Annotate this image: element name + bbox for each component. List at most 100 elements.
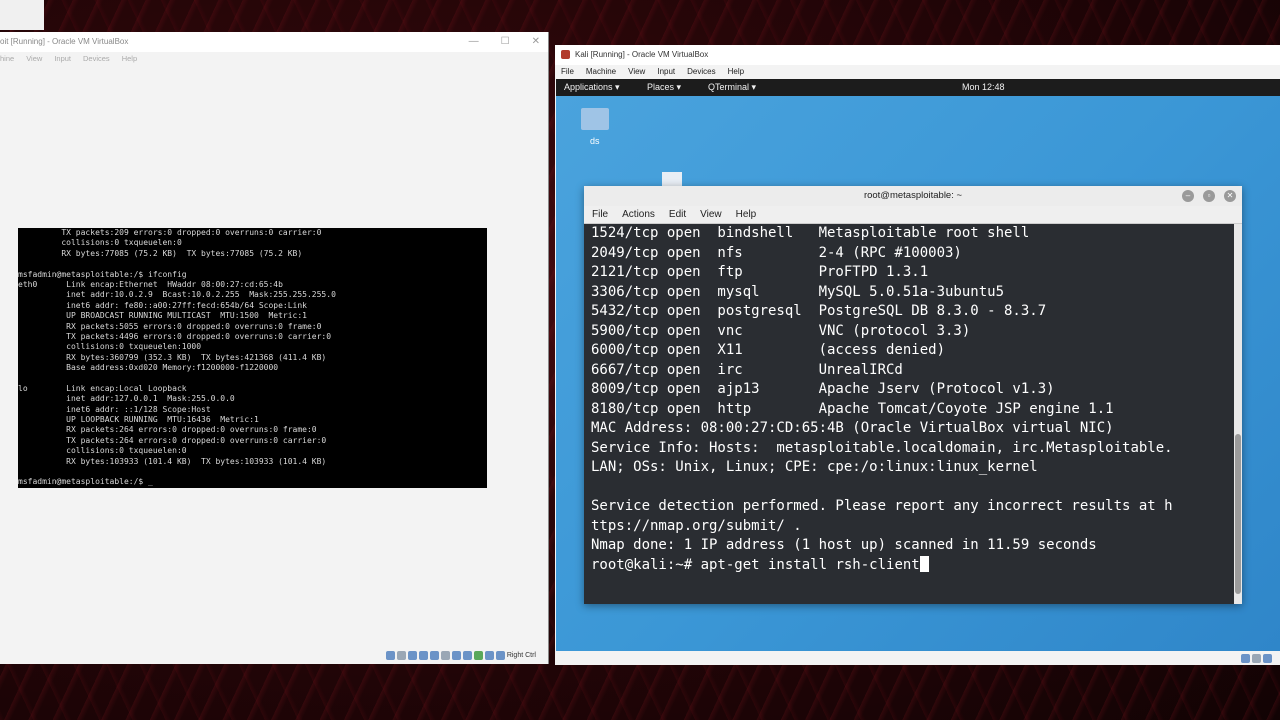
qterminal-menu[interactable]: QTerminal ▾ bbox=[708, 79, 756, 96]
left-window-menubar: hine View Input Devices Help bbox=[0, 52, 548, 66]
menu-view[interactable]: View bbox=[628, 65, 645, 79]
right-vbox-statusbar bbox=[1241, 653, 1272, 663]
terminal-line: LAN; OSs: Unix, Linux; CPE: cpe:/o:linux… bbox=[591, 459, 1038, 475]
console-line: TX packets:264 errors:0 dropped:0 overru… bbox=[18, 435, 327, 445]
right-window-title: Kali [Running] - Oracle VM VirtualBox bbox=[575, 50, 709, 59]
maximize-icon[interactable]: ☐ bbox=[501, 32, 510, 52]
terminal-line: Service detection performed. Please repo… bbox=[591, 498, 1173, 514]
terminal-line: Service Info: Hosts: metasploitable.loca… bbox=[591, 439, 1173, 456]
terminal-line: 1524/tcp open bindshell Metasploitable r… bbox=[591, 225, 1030, 241]
menu-view[interactable]: View bbox=[26, 52, 42, 66]
terminal-line: 6667/tcp open irc UnrealIRCd bbox=[591, 361, 903, 378]
terminal-menubar: File Actions Edit View Help bbox=[584, 206, 1242, 224]
terminal-line: 8009/tcp open ajp13 Apache Jserv (Protoc… bbox=[591, 381, 1055, 397]
recording-icon[interactable] bbox=[462, 650, 472, 660]
terminal-line: 5900/tcp open vnc VNC (protocol 3.3) bbox=[591, 322, 971, 339]
terminal-scrollbar[interactable] bbox=[1234, 224, 1242, 604]
menu-devices[interactable]: Devices bbox=[83, 52, 110, 66]
virtualbox-logo-icon bbox=[561, 50, 570, 59]
right-window-titlebar[interactable]: Kali [Running] - Oracle VM VirtualBox bbox=[555, 45, 1280, 65]
console-line: msfadmin@metasploitable:/$ ifconfig bbox=[18, 269, 187, 279]
terminal-prompt-line[interactable]: root@kali:~# apt-get install rsh-client bbox=[591, 555, 1239, 576]
hard-disk-icon[interactable] bbox=[385, 650, 395, 660]
kali-desktop: ds root@metasploitable: ~ – ▫ ✕ File Act… bbox=[556, 96, 1280, 651]
menu-help[interactable]: Help bbox=[122, 52, 137, 66]
console-line: UP LOOPBACK RUNNING MTU:16436 Metric:1 bbox=[18, 415, 259, 425]
audio-icon[interactable] bbox=[407, 650, 417, 660]
kali-vbox-window: Kali [Running] - Oracle VM VirtualBox Fi… bbox=[555, 45, 1280, 665]
menu-machine[interactable]: hine bbox=[0, 52, 14, 66]
menu-help[interactable]: Help bbox=[728, 65, 744, 79]
left-vbox-statusbar: Right Ctrl bbox=[385, 650, 536, 660]
qterminal-window: root@metasploitable: ~ – ▫ ✕ File Action… bbox=[584, 186, 1242, 604]
console-line: inet6 addr: ::1/128 Scope:Host bbox=[18, 404, 211, 414]
usb-icon[interactable] bbox=[429, 650, 439, 660]
console-line: RX packets:5055 errors:0 dropped:0 overr… bbox=[18, 321, 322, 331]
console-line: RX bytes:360799 (352.3 KB) TX bytes:4213… bbox=[18, 352, 327, 362]
network-icon[interactable] bbox=[1263, 653, 1272, 663]
scrollbar-thumb[interactable] bbox=[1235, 434, 1241, 594]
applications-menu[interactable]: Applications ▾ bbox=[564, 79, 620, 96]
host-key-label: Right Ctrl bbox=[506, 651, 536, 659]
places-menu[interactable]: Places ▾ bbox=[647, 79, 681, 96]
menu-input[interactable]: Input bbox=[54, 52, 71, 66]
host-taskbar-corner bbox=[0, 0, 44, 30]
terminal-line: ttps://nmap.org/submit/ . bbox=[591, 517, 802, 534]
terminal-line: Nmap done: 1 IP address (1 host up) scan… bbox=[591, 537, 1097, 553]
terminal-menu-file[interactable]: File bbox=[592, 206, 608, 223]
console-line: RX bytes:103933 (101.4 KB) TX bytes:1039… bbox=[18, 456, 327, 466]
terminal-menu-view[interactable]: View bbox=[700, 206, 722, 223]
mouse-integration-icon[interactable] bbox=[484, 650, 494, 660]
terminal-titlebar[interactable]: root@metasploitable: ~ – ▫ ✕ bbox=[584, 186, 1242, 206]
hard-disk-icon[interactable] bbox=[1241, 653, 1250, 663]
kali-top-panel: Applications ▾ Places ▾ QTerminal ▾ Mon … bbox=[556, 79, 1280, 96]
close-icon[interactable]: ✕ bbox=[1224, 190, 1236, 202]
display-icon[interactable] bbox=[451, 650, 461, 660]
metasploitable-vbox-window: oit [Running] - Oracle VM VirtualBox — ☐… bbox=[0, 32, 549, 664]
left-window-titlebar[interactable]: oit [Running] - Oracle VM VirtualBox — ☐… bbox=[0, 32, 548, 52]
console-line: collisions:0 txqueuelen:0 bbox=[18, 446, 187, 456]
optical-drive-icon[interactable] bbox=[1252, 653, 1261, 663]
close-icon[interactable]: ✕ bbox=[532, 32, 540, 52]
terminal-line: MAC Address: 08:00:27:CD:65:4B (Oracle V… bbox=[591, 420, 1114, 436]
terminal-title: root@metasploitable: ~ bbox=[863, 190, 963, 201]
terminal-menu-edit[interactable]: Edit bbox=[669, 206, 686, 223]
menu-machine[interactable]: Machine bbox=[586, 65, 616, 79]
terminal-menu-help[interactable]: Help bbox=[736, 206, 757, 223]
folder-icon[interactable] bbox=[581, 108, 609, 130]
console-line: inet addr:10.0.2.9 Bcast:10.0.2.255 Mask… bbox=[18, 290, 336, 300]
cpu-icon[interactable] bbox=[473, 650, 483, 660]
console-line: RX bytes:77085 (75.2 KB) TX bytes:77085 … bbox=[18, 248, 303, 258]
minimize-icon[interactable]: — bbox=[469, 32, 479, 52]
console-line: inet6 addr: fe80::a00:27ff:fecd:654b/64 … bbox=[18, 300, 307, 310]
menu-devices[interactable]: Devices bbox=[687, 65, 715, 79]
console-line: UP BROADCAST RUNNING MULTICAST MTU:1500 … bbox=[18, 311, 307, 321]
console-line: eth0 Link encap:Ethernet HWaddr 08:00:27… bbox=[18, 279, 283, 289]
console-line: collisions:0 txqueuelen:1000 bbox=[18, 342, 202, 352]
terminal-line: 6000/tcp open X11 (access denied) bbox=[591, 342, 946, 358]
terminal-output[interactable]: 1524/tcp open bindshell Metasploitable r… bbox=[584, 224, 1239, 604]
console-line: TX packets:209 errors:0 dropped:0 overru… bbox=[18, 228, 322, 237]
metasploitable-console[interactable]: TX packets:209 errors:0 dropped:0 overru… bbox=[18, 228, 487, 488]
terminal-prompt: root@kali:~# bbox=[591, 556, 701, 573]
folder-label: ds bbox=[590, 136, 600, 146]
menu-file[interactable]: File bbox=[561, 65, 574, 79]
console-line: collisions:0 txqueuelen:0 bbox=[18, 238, 182, 248]
file-icon[interactable] bbox=[662, 172, 682, 186]
terminal-menu-actions[interactable]: Actions bbox=[622, 206, 655, 223]
keyboard-icon[interactable] bbox=[495, 650, 505, 660]
console-line: Base address:0xd020 Memory:f1200000-f122… bbox=[18, 363, 279, 373]
maximize-icon[interactable]: ▫ bbox=[1203, 190, 1215, 202]
network-icon[interactable] bbox=[418, 650, 428, 660]
optical-drive-icon[interactable] bbox=[396, 650, 406, 660]
shared-folder-icon[interactable] bbox=[440, 650, 450, 660]
console-line: msfadmin@metasploitable:/$ _ bbox=[18, 477, 153, 487]
minimize-icon[interactable]: – bbox=[1182, 190, 1194, 202]
terminal-command[interactable]: apt-get install rsh-client bbox=[701, 557, 920, 573]
menu-input[interactable]: Input bbox=[657, 65, 675, 79]
clock[interactable]: Mon 12:48 bbox=[962, 79, 1005, 96]
